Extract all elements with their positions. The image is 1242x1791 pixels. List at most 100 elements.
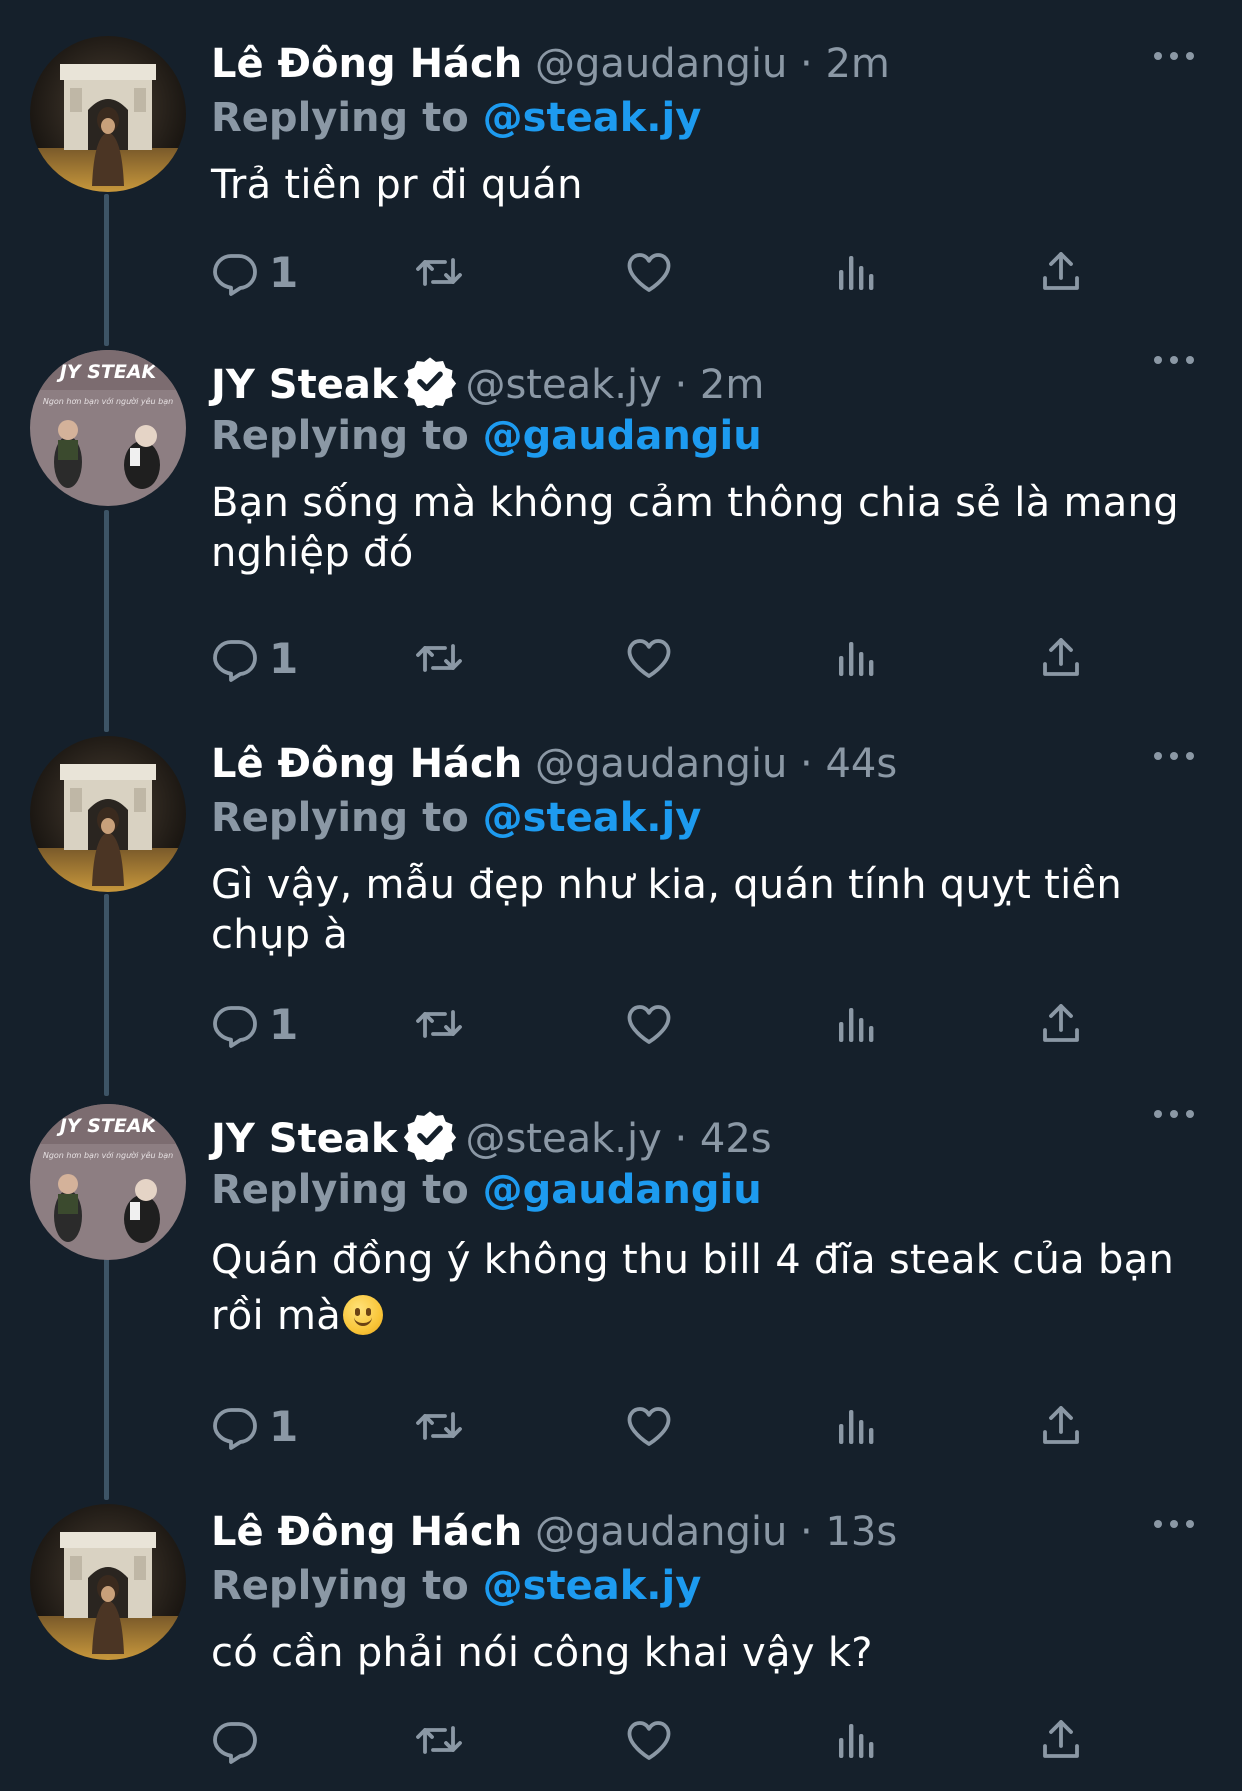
display-name[interactable]: Lê Đông Hách xyxy=(211,741,522,787)
share-button[interactable] xyxy=(1037,1398,1085,1454)
logo-subtitle: Ngon hơn bạn với người yêu bạn xyxy=(43,396,173,406)
verified-badge-icon xyxy=(403,1108,457,1162)
retweet-icon xyxy=(415,248,463,296)
reply-count: 1 xyxy=(269,633,299,683)
user-handle[interactable]: @gaudangiu xyxy=(535,1509,787,1555)
like-icon xyxy=(625,1716,673,1764)
timestamp[interactable]: 42s xyxy=(700,1116,772,1162)
tweet-actions: 1 xyxy=(211,996,1111,1052)
avatar[interactable] xyxy=(30,736,186,892)
share-button[interactable] xyxy=(1037,1712,1085,1768)
replying-label: Replying to xyxy=(211,1167,469,1213)
timestamp[interactable]: 44s xyxy=(825,741,897,787)
reply-button[interactable]: 1 xyxy=(211,996,298,1052)
more-options-icon[interactable] xyxy=(1154,1504,1194,1544)
timestamp[interactable]: 2m xyxy=(700,362,764,408)
separator-dot: · xyxy=(674,1116,688,1162)
tweet-text: có cần phải nói công khai vậy k? xyxy=(211,1630,873,1676)
tweet-text: Gì vậy, mẫu đẹp như kia, quán tính quỵt … xyxy=(211,862,1123,958)
mention-link[interactable]: @steak.jy xyxy=(483,95,702,141)
reply-button[interactable]: 1 xyxy=(211,630,298,686)
thread-line xyxy=(104,510,109,732)
more-options-icon[interactable] xyxy=(1154,736,1194,776)
analytics-icon xyxy=(831,1716,879,1764)
retweet-button[interactable] xyxy=(415,1712,463,1768)
share-icon xyxy=(1037,1716,1085,1764)
user-handle[interactable]: @steak.jy xyxy=(465,362,661,408)
thread-line xyxy=(104,194,109,346)
arc-de-triomphe-photo xyxy=(30,1504,186,1660)
slightly-smiling-face-icon xyxy=(343,1295,384,1335)
arc-de-triomphe-photo xyxy=(30,36,186,192)
mention-link[interactable]: @steak.jy xyxy=(483,795,702,841)
mention-link[interactable]: @steak.jy xyxy=(483,1563,702,1609)
share-button[interactable] xyxy=(1037,996,1085,1052)
retweet-button[interactable] xyxy=(415,630,463,686)
mention-link[interactable]: @gaudangiu xyxy=(483,1167,762,1213)
like-icon xyxy=(625,634,673,682)
like-icon xyxy=(625,1402,673,1450)
user-handle[interactable]: @steak.jy xyxy=(465,1116,661,1162)
jy-steak-logo: JY STEAK Ngon hơn bạn với người yêu bạn xyxy=(30,1104,186,1260)
mention-link[interactable]: @gaudangiu xyxy=(483,413,762,459)
thread-line xyxy=(104,1258,109,1500)
timestamp[interactable]: 2m xyxy=(825,41,889,87)
tweet-actions xyxy=(211,1712,1111,1768)
like-button[interactable] xyxy=(625,244,673,300)
reply-icon xyxy=(211,1402,259,1450)
analytics-button[interactable] xyxy=(831,244,879,300)
retweet-button[interactable] xyxy=(415,996,463,1052)
tweet-actions: 1 xyxy=(211,244,1111,300)
more-options-icon[interactable] xyxy=(1154,36,1194,76)
avatar[interactable]: JY STEAK Ngon hơn bạn với người yêu bạn xyxy=(30,350,186,506)
display-name[interactable]: Lê Đông Hách xyxy=(211,1509,522,1555)
reply-button[interactable]: 1 xyxy=(211,244,298,300)
separator-dot: · xyxy=(800,1509,813,1555)
retweet-button[interactable] xyxy=(415,1398,463,1454)
display-name[interactable]: Lê Đông Hách xyxy=(211,41,522,87)
reply-button[interactable] xyxy=(211,1712,259,1768)
replying-label: Replying to xyxy=(211,795,469,841)
user-handle[interactable]: @gaudangiu xyxy=(535,741,787,787)
analytics-button[interactable] xyxy=(831,1398,879,1454)
reply-icon xyxy=(211,634,259,682)
analytics-icon xyxy=(831,1402,879,1450)
analytics-button[interactable] xyxy=(831,996,879,1052)
share-button[interactable] xyxy=(1037,244,1085,300)
analytics-icon xyxy=(831,1000,879,1048)
more-options-icon[interactable] xyxy=(1154,340,1194,380)
retweet-icon xyxy=(415,1716,463,1764)
replying-to: Replying to @steak.jy xyxy=(211,1560,1202,1612)
user-handle[interactable]: @gaudangiu xyxy=(535,41,787,87)
replying-to: Replying to @steak.jy xyxy=(211,792,1202,844)
tweet-text: Bạn sống mà không cảm thông chia sẻ là m… xyxy=(211,480,1179,576)
analytics-button[interactable] xyxy=(831,1712,879,1768)
like-button[interactable] xyxy=(625,630,673,686)
retweet-button[interactable] xyxy=(415,244,463,300)
analytics-icon xyxy=(831,248,879,296)
avatar[interactable]: JY STEAK Ngon hơn bạn với người yêu bạn xyxy=(30,1104,186,1260)
share-icon xyxy=(1037,248,1085,296)
display-name[interactable]: JY Steak xyxy=(211,1116,397,1162)
tweet-header: JY Steak @steak.jy · 42s xyxy=(211,1108,1202,1164)
like-icon xyxy=(625,248,673,296)
reply-count: 1 xyxy=(269,247,299,297)
avatar[interactable] xyxy=(30,36,186,192)
like-button[interactable] xyxy=(625,1712,673,1768)
retweet-icon xyxy=(415,634,463,682)
analytics-button[interactable] xyxy=(831,630,879,686)
reply-count: 1 xyxy=(269,999,299,1049)
reply-button[interactable]: 1 xyxy=(211,1398,298,1454)
reply-icon xyxy=(211,248,259,296)
jy-steak-logo: JY STEAK Ngon hơn bạn với người yêu bạn xyxy=(30,350,186,506)
timestamp[interactable]: 13s xyxy=(825,1509,897,1555)
avatar[interactable] xyxy=(30,1504,186,1660)
replying-to: Replying to @gaudangiu xyxy=(211,1164,1202,1216)
like-button[interactable] xyxy=(625,996,673,1052)
more-options-icon[interactable] xyxy=(1154,1094,1194,1134)
logo-title: JY STEAK xyxy=(56,1115,158,1137)
share-button[interactable] xyxy=(1037,630,1085,686)
like-button[interactable] xyxy=(625,1398,673,1454)
display-name[interactable]: JY Steak xyxy=(211,362,397,408)
tweet-text: Trả tiền pr đi quán xyxy=(211,162,583,208)
